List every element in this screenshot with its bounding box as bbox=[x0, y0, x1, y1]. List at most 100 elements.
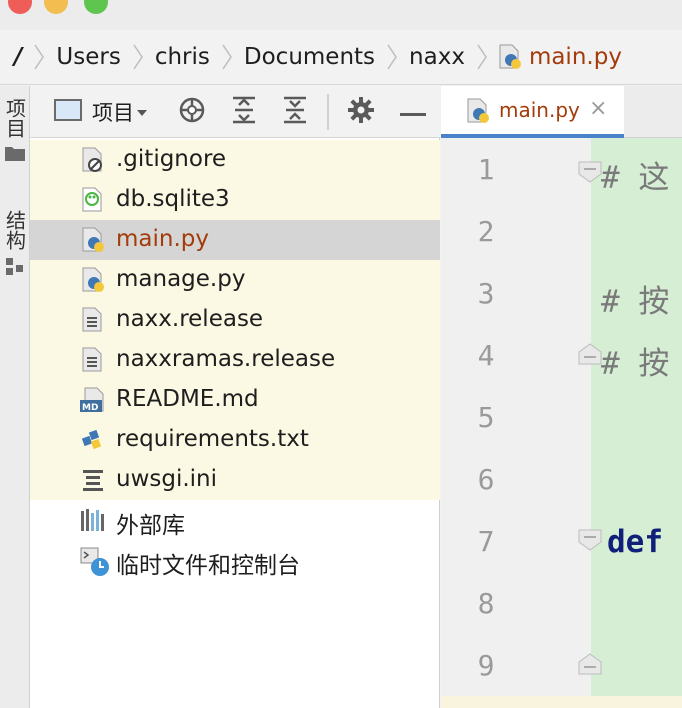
external-libraries-icon bbox=[80, 507, 106, 533]
tool-window-strip: 项目 结构 bbox=[0, 86, 30, 708]
line-number: 8 bbox=[477, 587, 495, 620]
breadcrumb-label: main.py bbox=[528, 44, 622, 70]
project-panel-toolbar: 项目 bbox=[30, 86, 440, 138]
breadcrumb-root-label: / bbox=[14, 44, 23, 70]
line-number: 3 bbox=[477, 277, 495, 310]
editor-tab-label: main.py bbox=[499, 98, 580, 122]
tree-item-label: 外部库 bbox=[116, 513, 185, 539]
editor-tab-main-py[interactable]: main.py × bbox=[441, 86, 624, 138]
hide-panel-button[interactable] bbox=[398, 98, 428, 126]
line-number-gutter: 1 2 3 4 5 6 7 8 9 bbox=[441, 138, 591, 708]
window-titlebar bbox=[0, 0, 682, 30]
tool-tab-project[interactable]: 项目 bbox=[0, 98, 30, 166]
close-tab-icon[interactable]: × bbox=[589, 96, 607, 121]
close-window-button[interactable] bbox=[8, 0, 32, 14]
tool-tab-structure[interactable]: 结构 bbox=[0, 210, 30, 280]
code-line-7: def bbox=[607, 524, 663, 560]
editor-tab-bar: main.py × bbox=[441, 86, 682, 138]
locate-icon bbox=[177, 95, 207, 129]
project-tree: .gitignore db.sqlite3 main.py manage.py … bbox=[30, 140, 440, 580]
tree-item-label: .gitignore bbox=[116, 146, 227, 172]
text-file-icon bbox=[80, 307, 106, 333]
collapse-all-icon bbox=[282, 96, 308, 128]
fold-marker-icon[interactable] bbox=[577, 652, 603, 676]
settings-button[interactable] bbox=[345, 96, 377, 128]
tree-item-label: README.md bbox=[116, 386, 259, 412]
sqlite-file-icon bbox=[80, 187, 106, 213]
tree-item-scratches[interactable]: 临时文件和控制台 bbox=[30, 540, 440, 580]
text-file-icon bbox=[80, 347, 106, 373]
line-number: 7 bbox=[477, 525, 495, 558]
fold-marker-icon[interactable] bbox=[577, 160, 603, 184]
breadcrumb-item-users[interactable]: Users bbox=[50, 30, 126, 84]
tree-item-label: uwsgi.ini bbox=[116, 466, 218, 492]
chevron-right-icon bbox=[32, 42, 46, 72]
chevron-right-icon bbox=[220, 42, 234, 72]
code-line-1: # 这 bbox=[601, 160, 670, 196]
code-editor: main.py × 1 2 3 4 5 6 7 8 9 # 这 # 按 # 按 … bbox=[441, 86, 682, 708]
tree-item-main-py[interactable]: main.py bbox=[30, 220, 440, 260]
line-number: 6 bbox=[477, 463, 495, 496]
tree-item-uwsgi-ini[interactable]: uwsgi.ini bbox=[30, 460, 440, 500]
expand-all-button[interactable] bbox=[228, 96, 260, 128]
tool-tab-structure-label: 结构 bbox=[2, 210, 27, 250]
tree-item-label: requirements.txt bbox=[116, 426, 309, 452]
tree-item-external-libraries[interactable]: 外部库 bbox=[30, 500, 440, 540]
tree-item-naxx-release[interactable]: naxx.release bbox=[30, 300, 440, 340]
tree-item-readme-md[interactable]: MD README.md bbox=[30, 380, 440, 420]
folder-icon bbox=[4, 144, 26, 166]
requirements-file-icon bbox=[80, 427, 106, 453]
tree-item-requirements-txt[interactable]: requirements.txt bbox=[30, 420, 440, 460]
tree-item-manage-py[interactable]: manage.py bbox=[30, 260, 440, 300]
gitignore-file-icon bbox=[80, 147, 106, 173]
line-number: 1 bbox=[477, 153, 495, 186]
svg-text:MD: MD bbox=[82, 403, 98, 413]
breadcrumb-label: Users bbox=[56, 44, 121, 70]
breadcrumb-item-main-py[interactable]: main.py bbox=[493, 30, 628, 84]
editor-bottom-strip bbox=[441, 696, 682, 708]
chevron-right-icon bbox=[131, 42, 145, 72]
python-file-icon bbox=[80, 227, 106, 253]
code-line-4: # 按 bbox=[601, 346, 670, 382]
line-number: 2 bbox=[477, 215, 495, 248]
locate-button[interactable] bbox=[176, 95, 208, 129]
tree-item-label: naxx.release bbox=[116, 306, 264, 332]
tree-item-naxxramas-release[interactable]: naxxramas.release bbox=[30, 340, 440, 380]
view-selector-dropdown[interactable]: 项目 bbox=[54, 98, 174, 126]
minimize-window-button[interactable] bbox=[44, 0, 68, 14]
scratches-icon bbox=[80, 547, 109, 576]
view-selector-label: 项目 bbox=[92, 101, 134, 125]
breadcrumb-label: Documents bbox=[243, 44, 376, 70]
tree-item-label: main.py bbox=[116, 226, 209, 252]
breadcrumb-root[interactable]: / bbox=[0, 30, 28, 84]
breadcrumb-label: naxx bbox=[409, 44, 465, 70]
tree-item-label: naxxramas.release bbox=[116, 346, 336, 372]
zoom-window-button[interactable] bbox=[84, 0, 108, 14]
code-area[interactable] bbox=[591, 138, 682, 708]
project-view-icon bbox=[54, 98, 82, 126]
expand-all-icon bbox=[231, 96, 257, 128]
minimize-icon bbox=[400, 103, 426, 122]
line-number: 4 bbox=[477, 339, 495, 372]
collapse-all-button[interactable] bbox=[279, 96, 311, 128]
line-number: 5 bbox=[477, 401, 495, 434]
gear-icon bbox=[347, 96, 375, 128]
chevron-down-icon bbox=[136, 103, 148, 122]
tree-item-gitignore[interactable]: .gitignore bbox=[30, 140, 440, 180]
fold-marker-icon[interactable] bbox=[577, 342, 603, 366]
markdown-file-icon: MD bbox=[80, 387, 106, 413]
fold-marker-icon[interactable] bbox=[577, 528, 603, 552]
tree-item-db-sqlite3[interactable]: db.sqlite3 bbox=[30, 180, 440, 220]
chevron-right-icon bbox=[385, 42, 399, 72]
python-file-icon bbox=[497, 44, 523, 70]
chevron-right-icon bbox=[475, 42, 489, 72]
tree-item-label: manage.py bbox=[116, 266, 246, 292]
breadcrumb-item-documents[interactable]: Documents bbox=[238, 30, 381, 84]
breadcrumb-label: chris bbox=[154, 44, 210, 70]
breadcrumb: / Users chris Documents naxx main.py bbox=[0, 30, 682, 85]
code-line-3: # 按 bbox=[601, 284, 670, 320]
breadcrumb-item-naxx[interactable]: naxx bbox=[403, 30, 471, 84]
breadcrumb-item-chris[interactable]: chris bbox=[149, 30, 216, 84]
ini-file-icon bbox=[80, 467, 106, 493]
tool-tab-project-label: 项目 bbox=[2, 98, 27, 138]
